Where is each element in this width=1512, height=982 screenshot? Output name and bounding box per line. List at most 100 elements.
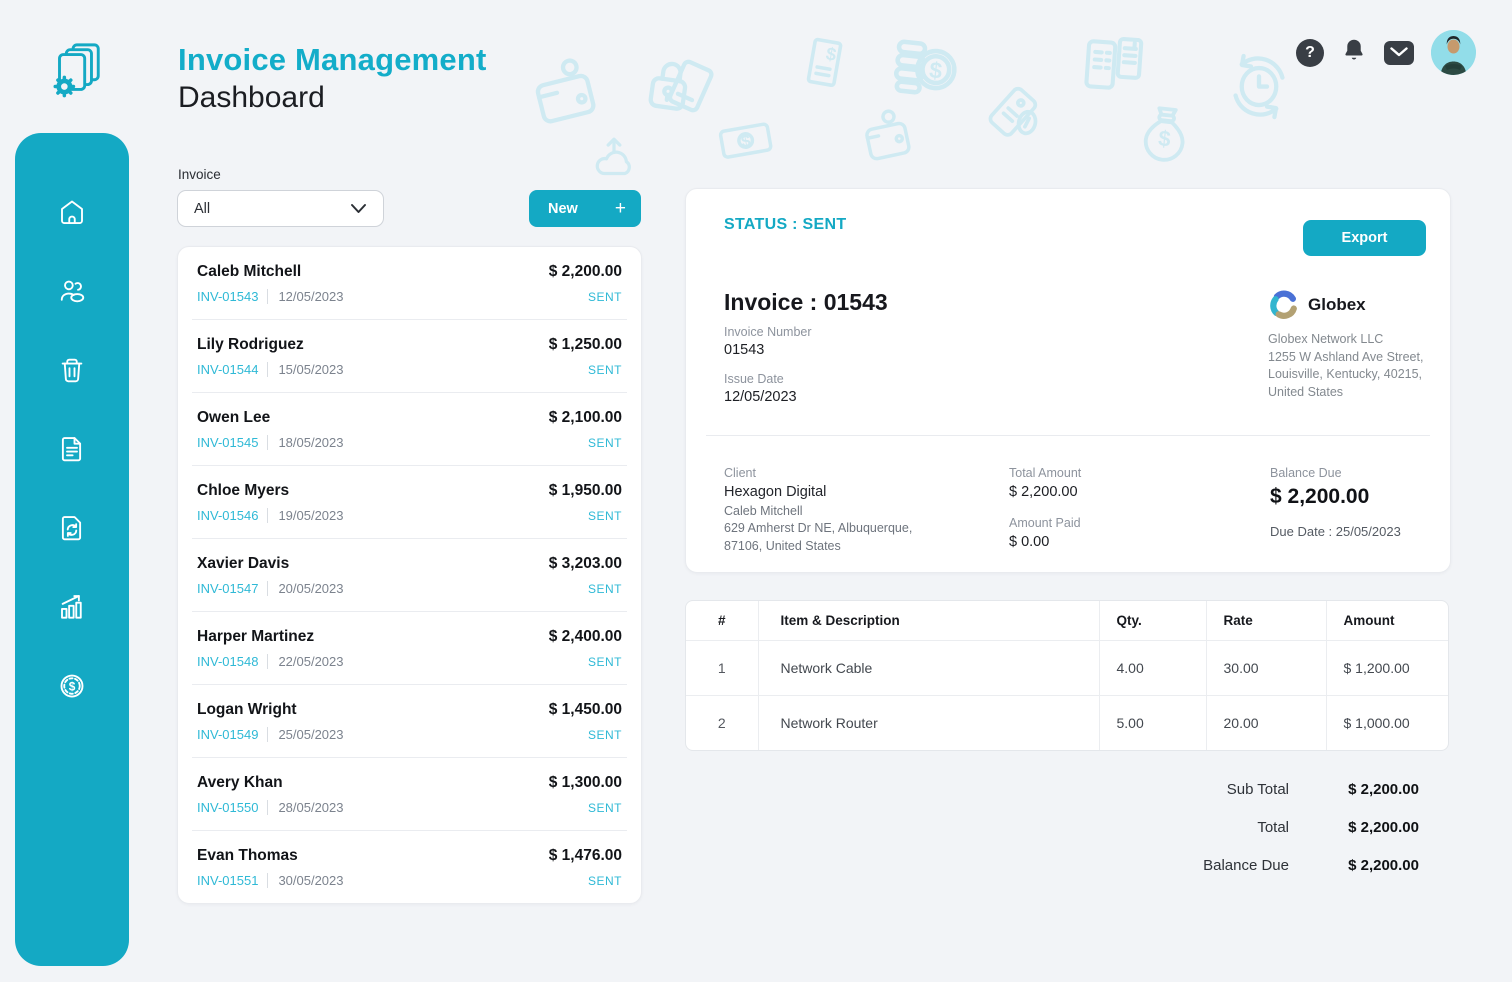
cell-index: 1 xyxy=(686,640,758,695)
issue-date-label: Issue Date xyxy=(724,372,784,386)
invoice-number-link[interactable]: INV-01550 xyxy=(197,800,258,815)
globex-logo-icon xyxy=(1268,289,1300,321)
total-label: Total xyxy=(1257,819,1289,836)
cell-item: Network Router xyxy=(758,695,1099,750)
invoice-number-link[interactable]: INV-01547 xyxy=(197,581,258,596)
total-value: $ 2,200.00 xyxy=(1289,857,1419,874)
clock-refresh-icon xyxy=(1222,48,1296,127)
bell-icon[interactable] xyxy=(1341,36,1367,69)
help-icon[interactable]: ? xyxy=(1296,39,1324,67)
sidebar-item-document[interactable] xyxy=(57,434,87,464)
invoice-amount: $ 1,450.00 xyxy=(549,701,622,719)
invoice-amount: $ 1,950.00 xyxy=(549,482,622,500)
company-address-line: Globex Network LLC xyxy=(1268,331,1438,349)
app-logo-icon xyxy=(44,40,106,109)
company-address: Globex Network LLC1255 W Ashland Ave Str… xyxy=(1268,331,1438,401)
sidebar-item-analytics[interactable] xyxy=(57,592,87,622)
invoice-list-item[interactable]: Evan Thomas $ 1,476.00 INV-01551 30/05/2… xyxy=(192,831,627,903)
invoice-amount: $ 1,476.00 xyxy=(549,847,622,865)
client-company: Hexagon Digital xyxy=(724,484,912,500)
invoice-number-link[interactable]: INV-01543 xyxy=(197,289,258,304)
client-name: Caleb Mitchell xyxy=(724,504,912,518)
invoice-number-link[interactable]: INV-01549 xyxy=(197,727,258,742)
invoice-list-item[interactable]: Owen Lee $ 2,100.00 INV-01545 18/05/2023… xyxy=(192,393,627,466)
invoice-client-name: Caleb Mitchell xyxy=(197,263,301,281)
invoice-list-item[interactable]: Harper Martinez $ 2,400.00 INV-01548 22/… xyxy=(192,612,627,685)
invoice-amount: $ 1,250.00 xyxy=(549,336,622,354)
totals-summary: Sub Total $ 2,200.00 Total $ 2,200.00 Ba… xyxy=(1085,781,1419,895)
client-address-line: 87106, United States xyxy=(724,538,912,556)
total-value: $ 2,200.00 xyxy=(1289,819,1419,836)
invoice-list-item[interactable]: Caleb Mitchell $ 2,200.00 INV-01543 12/0… xyxy=(192,247,627,320)
price-tag-icon xyxy=(973,73,1052,155)
invoice-documents-icon xyxy=(1073,26,1148,106)
issue-date-value: 12/05/2023 xyxy=(724,389,797,405)
invoice-number-label: Invoice Number xyxy=(724,325,812,339)
invoice-list-item[interactable]: Chloe Myers $ 1,950.00 INV-01546 19/05/2… xyxy=(192,466,627,539)
total-label: Balance Due xyxy=(1203,857,1289,874)
invoice-amount: $ 2,200.00 xyxy=(549,263,622,281)
invoice-list-item[interactable]: Xavier Davis $ 3,203.00 INV-01547 20/05/… xyxy=(192,539,627,612)
amount-paid-value: $ 0.00 xyxy=(1009,534,1081,550)
invoice-number-link[interactable]: INV-01548 xyxy=(197,654,258,669)
svg-text:$: $ xyxy=(1157,126,1172,152)
invoice-detail-card: STATUS : SENT Export Invoice : 01543 Inv… xyxy=(685,188,1451,573)
chevron-down-icon xyxy=(350,203,367,214)
invoice-client-name: Harper Martinez xyxy=(197,628,314,646)
invoice-list: Caleb Mitchell $ 2,200.00 INV-01543 12/0… xyxy=(177,246,642,904)
table-row: 2 Network Router 5.00 20.00 $ 1,000.00 xyxy=(686,695,1448,750)
divider xyxy=(706,435,1430,436)
invoice-list-item[interactable]: Avery Khan $ 1,300.00 INV-01550 28/05/20… xyxy=(192,758,627,831)
invoice-date: 15/05/2023 xyxy=(267,362,343,377)
sidebar-item-document-sync[interactable] xyxy=(57,513,87,543)
invoice-client-name: Chloe Myers xyxy=(197,482,289,500)
client-label: Client xyxy=(724,466,912,480)
mail-icon[interactable] xyxy=(1384,41,1414,65)
invoice-amount: $ 2,400.00 xyxy=(549,628,622,646)
invoice-number-link[interactable]: INV-01551 xyxy=(197,873,258,888)
sidebar-item-home[interactable] xyxy=(57,197,87,227)
svg-text:$: $ xyxy=(824,43,837,64)
invoice-status-badge: SENT xyxy=(588,290,622,304)
invoice-list-item[interactable]: Logan Wright $ 1,450.00 INV-01549 25/05/… xyxy=(192,685,627,758)
status-badge: STATUS : SENT xyxy=(724,216,846,234)
client-address-line: 629 Amherst Dr NE, Albuquerque, xyxy=(724,520,912,538)
invoice-number-link[interactable]: INV-01546 xyxy=(197,508,258,523)
new-invoice-button[interactable]: New + xyxy=(529,190,641,227)
invoice-amount: $ 2,100.00 xyxy=(549,409,622,427)
client-address: 629 Amherst Dr NE, Albuquerque,87106, Un… xyxy=(724,520,912,555)
sidebar: $ xyxy=(15,133,129,966)
cell-qty: 4.00 xyxy=(1099,640,1206,695)
user-avatar[interactable] xyxy=(1431,30,1476,75)
invoice-date: 12/05/2023 xyxy=(267,289,343,304)
export-button[interactable]: Export xyxy=(1303,220,1426,256)
invoice-date: 25/05/2023 xyxy=(267,727,343,742)
cell-qty: 5.00 xyxy=(1099,695,1206,750)
col-header-amount: Amount xyxy=(1326,601,1448,640)
total-amount-label: Total Amount xyxy=(1009,466,1081,480)
invoice-status-badge: SENT xyxy=(588,801,622,815)
sidebar-item-dollar[interactable]: $ xyxy=(57,671,87,701)
total-row: Sub Total $ 2,200.00 xyxy=(1085,781,1419,798)
invoice-filter-select[interactable]: All xyxy=(177,190,384,227)
col-header-rate: Rate xyxy=(1206,601,1326,640)
invoice-filter-label: Invoice xyxy=(178,167,221,182)
coins-stack-icon: $ xyxy=(880,22,966,113)
cell-rate: 20.00 xyxy=(1206,695,1326,750)
invoice-status-badge: SENT xyxy=(588,874,622,888)
sidebar-item-trash[interactable] xyxy=(57,355,87,385)
receipt-dollar-icon: $ xyxy=(788,27,861,104)
sidebar-item-users[interactable] xyxy=(57,276,87,306)
company-name: Globex xyxy=(1308,295,1366,315)
invoice-date: 18/05/2023 xyxy=(267,435,343,450)
total-row: Total $ 2,200.00 xyxy=(1085,819,1419,836)
due-date: Due Date : 25/05/2023 xyxy=(1270,524,1401,539)
invoice-client-name: Lily Rodriguez xyxy=(197,336,304,354)
wallet-icon xyxy=(852,100,924,176)
svg-text:$: $ xyxy=(69,679,76,693)
invoice-status-badge: SENT xyxy=(588,363,622,377)
cell-item: Network Cable xyxy=(758,640,1099,695)
invoice-list-item[interactable]: Lily Rodriguez $ 1,250.00 INV-01544 15/0… xyxy=(192,320,627,393)
invoice-number-link[interactable]: INV-01544 xyxy=(197,362,258,377)
invoice-number-link[interactable]: INV-01545 xyxy=(197,435,258,450)
